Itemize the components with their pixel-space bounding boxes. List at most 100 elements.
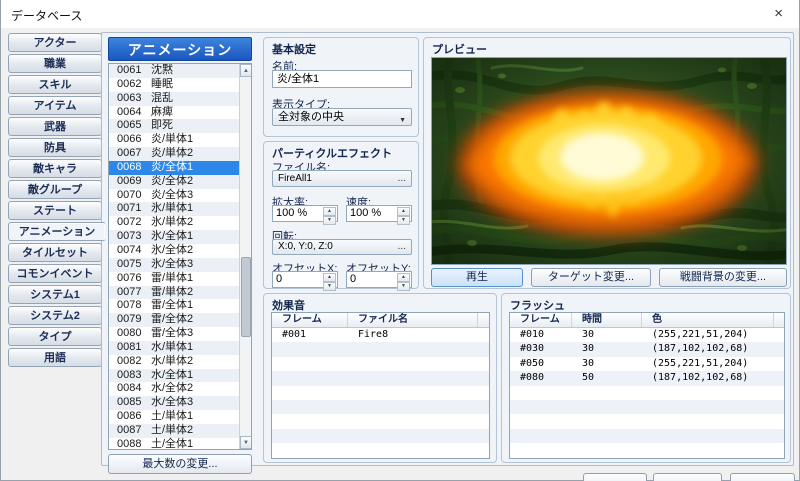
table-row[interactable]: #08050(187,102,102,68) bbox=[510, 371, 784, 385]
animation-list-item-0072[interactable]: 0072氷/単体2 bbox=[109, 216, 239, 230]
spin-up-icon[interactable]: ▲ bbox=[397, 207, 410, 216]
column-header[interactable]: 時間 bbox=[572, 313, 642, 327]
animation-listbox[interactable]: 0061沈黙0062睡眠0063混乱0064麻痺0065即死0066炎/単体10… bbox=[108, 63, 252, 450]
item-name: 即死 bbox=[143, 119, 173, 133]
animation-list-item-0080[interactable]: 0080雷/全体3 bbox=[109, 327, 239, 341]
sidebar-tab-7[interactable]: 敵グループ bbox=[8, 180, 102, 199]
table-cell: 30 bbox=[572, 342, 642, 356]
column-header[interactable] bbox=[774, 313, 784, 327]
sidebar-tab-5[interactable]: 防具 bbox=[8, 138, 102, 157]
play-button[interactable]: 再生 bbox=[431, 268, 523, 287]
name-input[interactable]: 炎/全体1 bbox=[272, 70, 412, 88]
sidebar-tab-4[interactable]: 武器 bbox=[8, 117, 102, 136]
column-header[interactable]: ファイル名 bbox=[348, 313, 478, 327]
file-name-button[interactable]: FireAll1 ... bbox=[272, 170, 412, 187]
table-row[interactable]: #01030(255,221,51,204) bbox=[510, 328, 784, 342]
title-bar: データベース × bbox=[1, 0, 799, 28]
sidebar-tab-15[interactable]: 用語 bbox=[8, 348, 102, 367]
animation-list-item-0064[interactable]: 0064麻痺 bbox=[109, 106, 239, 120]
sidebar-tab-6[interactable]: 敵キャラ bbox=[8, 159, 102, 178]
animation-list-item-0074[interactable]: 0074氷/全体2 bbox=[109, 244, 239, 258]
animation-list-item-0068[interactable]: 0068炎/全体1 bbox=[109, 161, 239, 175]
animation-list-item-0073[interactable]: 0073氷/全体1 bbox=[109, 230, 239, 244]
dialog-button-1[interactable] bbox=[583, 473, 647, 481]
animation-list-item-0067[interactable]: 0067炎/単体2 bbox=[109, 147, 239, 161]
item-name: 水/全体2 bbox=[143, 382, 193, 396]
sidebar-tab-10[interactable]: タイルセット bbox=[8, 243, 102, 262]
animation-list-item-0071[interactable]: 0071氷/単体1 bbox=[109, 202, 239, 216]
table-cell: Fire8 bbox=[348, 328, 478, 342]
animation-list-item-0088[interactable]: 0088土/全体1 bbox=[109, 438, 239, 450]
sidebar-tab-1[interactable]: 職業 bbox=[8, 54, 102, 73]
table-row[interactable]: #05030(255,221,51,204) bbox=[510, 357, 784, 371]
table-cell bbox=[272, 371, 348, 385]
spin-up-icon[interactable]: ▲ bbox=[397, 273, 410, 282]
table-cell bbox=[348, 443, 478, 457]
spin-up-icon[interactable]: ▲ bbox=[323, 207, 336, 216]
animation-list-item-0063[interactable]: 0063混乱 bbox=[109, 92, 239, 106]
change-battle-background-button[interactable]: 戦闘背景の変更... bbox=[659, 268, 787, 287]
table-cell bbox=[272, 400, 348, 414]
scale-stepper[interactable]: 100 % ▲▼ bbox=[272, 205, 338, 222]
display-type-select[interactable]: 全対象の中央 ▼ bbox=[272, 108, 412, 126]
animation-list-item-0065[interactable]: 0065即死 bbox=[109, 119, 239, 133]
column-header[interactable]: フレーム bbox=[510, 313, 572, 327]
change-target-button[interactable]: ターゲット変更... bbox=[531, 268, 651, 287]
column-header[interactable] bbox=[478, 313, 489, 327]
close-icon[interactable]: × bbox=[774, 4, 783, 24]
animation-list-item-0069[interactable]: 0069炎/全体2 bbox=[109, 175, 239, 189]
animation-list-item-0087[interactable]: 0087土/単体2 bbox=[109, 424, 239, 438]
flash-group: フラッシュ フレーム時間色#01030(255,221,51,204)#0303… bbox=[501, 293, 791, 463]
animation-list-item-0079[interactable]: 0079雷/全体2 bbox=[109, 313, 239, 327]
list-scrollbar[interactable]: ▲ ▼ bbox=[239, 64, 251, 449]
animation-list-item-0070[interactable]: 0070炎/全体3 bbox=[109, 189, 239, 203]
animation-list-item-0086[interactable]: 0086土/単体1 bbox=[109, 410, 239, 424]
item-id: 0088 bbox=[109, 438, 143, 450]
spin-up-icon[interactable]: ▲ bbox=[323, 273, 336, 282]
sidebar-tab-14[interactable]: タイプ bbox=[8, 327, 102, 346]
sidebar-tab-11[interactable]: コモンイベント bbox=[8, 264, 102, 283]
sound-effect-table[interactable]: フレームファイル名#001Fire8 bbox=[271, 312, 490, 459]
spin-down-icon[interactable]: ▼ bbox=[323, 282, 336, 291]
offset-y-stepper[interactable]: 0 ▲▼ bbox=[346, 271, 412, 288]
animation-list-item-0081[interactable]: 0081水/単体1 bbox=[109, 341, 239, 355]
animation-list-item-0077[interactable]: 0077雷/単体2 bbox=[109, 286, 239, 300]
spin-down-icon[interactable]: ▼ bbox=[397, 216, 410, 225]
animation-list-item-0085[interactable]: 0085水/全体3 bbox=[109, 396, 239, 410]
animation-list-item-0075[interactable]: 0075氷/全体3 bbox=[109, 258, 239, 272]
spin-down-icon[interactable]: ▼ bbox=[323, 216, 336, 225]
sidebar-tab-2[interactable]: スキル bbox=[8, 75, 102, 94]
animation-list-item-0084[interactable]: 0084水/全体2 bbox=[109, 382, 239, 396]
sidebar-tab-0[interactable]: アクター bbox=[8, 33, 102, 52]
animation-list-item-0082[interactable]: 0082水/単体2 bbox=[109, 355, 239, 369]
animation-list-item-0061[interactable]: 0061沈黙 bbox=[109, 64, 239, 78]
offset-x-stepper[interactable]: 0 ▲▼ bbox=[272, 271, 338, 288]
sidebar-tab-12[interactable]: システム1 bbox=[8, 285, 102, 304]
scroll-up-icon[interactable]: ▲ bbox=[240, 64, 252, 77]
scrollbar-thumb[interactable] bbox=[241, 257, 251, 337]
scroll-down-icon[interactable]: ▼ bbox=[240, 436, 252, 449]
table-row[interactable]: #001Fire8 bbox=[272, 328, 489, 342]
animation-list-item-0083[interactable]: 0083水/全体1 bbox=[109, 369, 239, 383]
table-cell bbox=[348, 429, 478, 443]
change-maximum-button[interactable]: 最大数の変更... bbox=[108, 454, 252, 474]
column-header[interactable]: フレーム bbox=[272, 313, 348, 327]
table-row[interactable]: #03030(187,102,102,68) bbox=[510, 342, 784, 356]
sidebar-tab-13[interactable]: システム2 bbox=[8, 306, 102, 325]
sidebar-tab-9[interactable]: アニメーション bbox=[8, 222, 106, 241]
dialog-button-3[interactable] bbox=[730, 473, 795, 481]
flash-table[interactable]: フレーム時間色#01030(255,221,51,204)#03030(187,… bbox=[509, 312, 785, 459]
window-title: データベース bbox=[11, 7, 82, 24]
sidebar-tab-3[interactable]: アイテム bbox=[8, 96, 102, 115]
animation-list-item-0078[interactable]: 0078雷/全体1 bbox=[109, 299, 239, 313]
rotation-button[interactable]: X:0, Y:0, Z:0 ... bbox=[272, 239, 412, 255]
dialog-button-2[interactable] bbox=[653, 473, 722, 481]
spin-down-icon[interactable]: ▼ bbox=[397, 282, 410, 291]
animation-list-item-0062[interactable]: 0062睡眠 bbox=[109, 78, 239, 92]
animation-list-item-0076[interactable]: 0076雷/単体1 bbox=[109, 272, 239, 286]
sidebar-tab-8[interactable]: ステート bbox=[8, 201, 102, 220]
animation-list-item-0066[interactable]: 0066炎/単体1 bbox=[109, 133, 239, 147]
speed-stepper[interactable]: 100 % ▲▼ bbox=[346, 205, 412, 222]
table-cell bbox=[642, 429, 774, 443]
column-header[interactable]: 色 bbox=[642, 313, 774, 327]
